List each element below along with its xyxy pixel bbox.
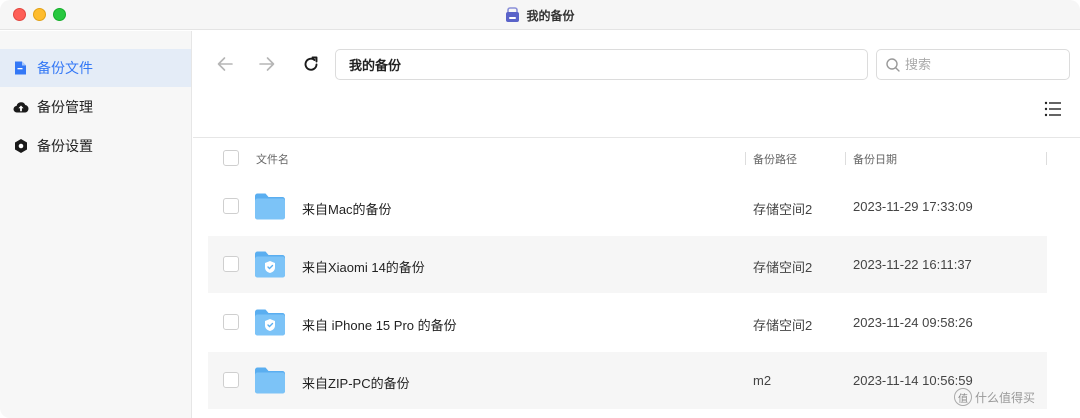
sidebar-item-backup-management[interactable]: 备份管理 bbox=[0, 88, 191, 126]
app-window: 我的备份 备份文件 备份管理 备份设置 我的备份 搜索 文件名 备份路径 备份日… bbox=[0, 0, 1080, 418]
cloud-upload-icon bbox=[13, 102, 29, 113]
row-backup-path: m2 bbox=[753, 373, 772, 388]
arrow-left-icon bbox=[217, 57, 233, 71]
forward-button[interactable] bbox=[255, 52, 279, 76]
search-icon bbox=[886, 57, 900, 72]
sidebar-item-backup-settings[interactable]: 备份设置 bbox=[0, 127, 191, 165]
row-checkbox[interactable] bbox=[223, 372, 239, 388]
table-row[interactable]: 来自Xiaomi 14的备份 存储空间2 2023-11-22 16:11:37 bbox=[208, 236, 1047, 293]
row-checkbox[interactable] bbox=[223, 314, 239, 330]
row-file-name: 来自ZIP-PC的备份 bbox=[302, 376, 410, 391]
row-backup-date: 2023-11-24 09:58:26 bbox=[853, 315, 973, 330]
table-row[interactable]: 来自Mac的备份 存储空间2 2023-11-29 17:33:09 bbox=[208, 178, 1047, 235]
title-bar: 我的备份 bbox=[0, 0, 1080, 30]
arrow-right-icon bbox=[259, 57, 275, 71]
row-backup-path: 存储空间2 bbox=[753, 318, 813, 333]
settings-icon bbox=[15, 139, 27, 153]
sidebar-item-label: 备份文件 bbox=[37, 60, 93, 76]
column-separator[interactable] bbox=[745, 152, 746, 165]
row-backup-path: 存储空间2 bbox=[753, 260, 813, 275]
row-backup-date: 2023-11-14 10:56:59 bbox=[853, 373, 973, 388]
window-title-group: 我的备份 bbox=[0, 0, 1080, 30]
shield-folder-icon bbox=[255, 251, 285, 278]
folder-icon bbox=[255, 367, 285, 394]
sidebar: 备份文件 备份管理 备份设置 bbox=[0, 31, 192, 418]
column-separator[interactable] bbox=[1046, 152, 1047, 165]
refresh-icon bbox=[304, 56, 318, 71]
sidebar-item-backup-files[interactable]: 备份文件 bbox=[0, 49, 191, 87]
toolbar-divider bbox=[193, 137, 1080, 138]
refresh-button[interactable] bbox=[299, 52, 323, 76]
table-row[interactable]: 来自 iPhone 15 Pro 的备份 存储空间2 2023-11-24 09… bbox=[208, 294, 1047, 351]
watermark-badge: 值 bbox=[954, 388, 972, 406]
row-backup-date: 2023-11-22 16:11:37 bbox=[853, 257, 972, 272]
row-file-name: 来自Mac的备份 bbox=[302, 202, 392, 217]
search-input[interactable] bbox=[905, 57, 1065, 72]
column-header-date[interactable]: 备份日期 bbox=[853, 151, 897, 167]
table-row[interactable]: 来自ZIP-PC的备份 m2 2023-11-14 10:56:59 bbox=[208, 352, 1047, 409]
row-backup-date: 2023-11-29 17:33:09 bbox=[853, 199, 973, 214]
sidebar-item-label: 备份管理 bbox=[37, 99, 93, 115]
file-icon bbox=[15, 61, 26, 75]
search-box[interactable] bbox=[876, 49, 1070, 80]
table-header: 文件名 备份路径 备份日期 bbox=[208, 142, 1048, 174]
select-all-checkbox[interactable] bbox=[223, 150, 239, 166]
column-header-name[interactable]: 文件名 bbox=[256, 151, 289, 167]
window-title: 我的备份 bbox=[526, 8, 575, 23]
watermark-text: 什么值得买 bbox=[975, 390, 1036, 405]
row-backup-path: 存储空间2 bbox=[753, 202, 813, 217]
column-separator[interactable] bbox=[845, 152, 846, 165]
backup-drive-icon bbox=[506, 7, 520, 22]
shield-folder-icon bbox=[255, 309, 285, 336]
column-header-path[interactable]: 备份路径 bbox=[753, 151, 797, 167]
row-file-name: 来自Xiaomi 14的备份 bbox=[302, 260, 425, 275]
row-file-name: 来自 iPhone 15 Pro 的备份 bbox=[302, 318, 457, 333]
row-checkbox[interactable] bbox=[223, 198, 239, 214]
row-checkbox[interactable] bbox=[223, 256, 239, 272]
path-bar[interactable]: 我的备份 bbox=[335, 49, 868, 80]
back-button[interactable] bbox=[213, 52, 237, 76]
list-view-icon[interactable] bbox=[1042, 98, 1064, 120]
sidebar-item-label: 备份设置 bbox=[37, 138, 93, 154]
watermark: 值 什么值得买 bbox=[954, 388, 1035, 406]
folder-icon bbox=[255, 193, 285, 220]
